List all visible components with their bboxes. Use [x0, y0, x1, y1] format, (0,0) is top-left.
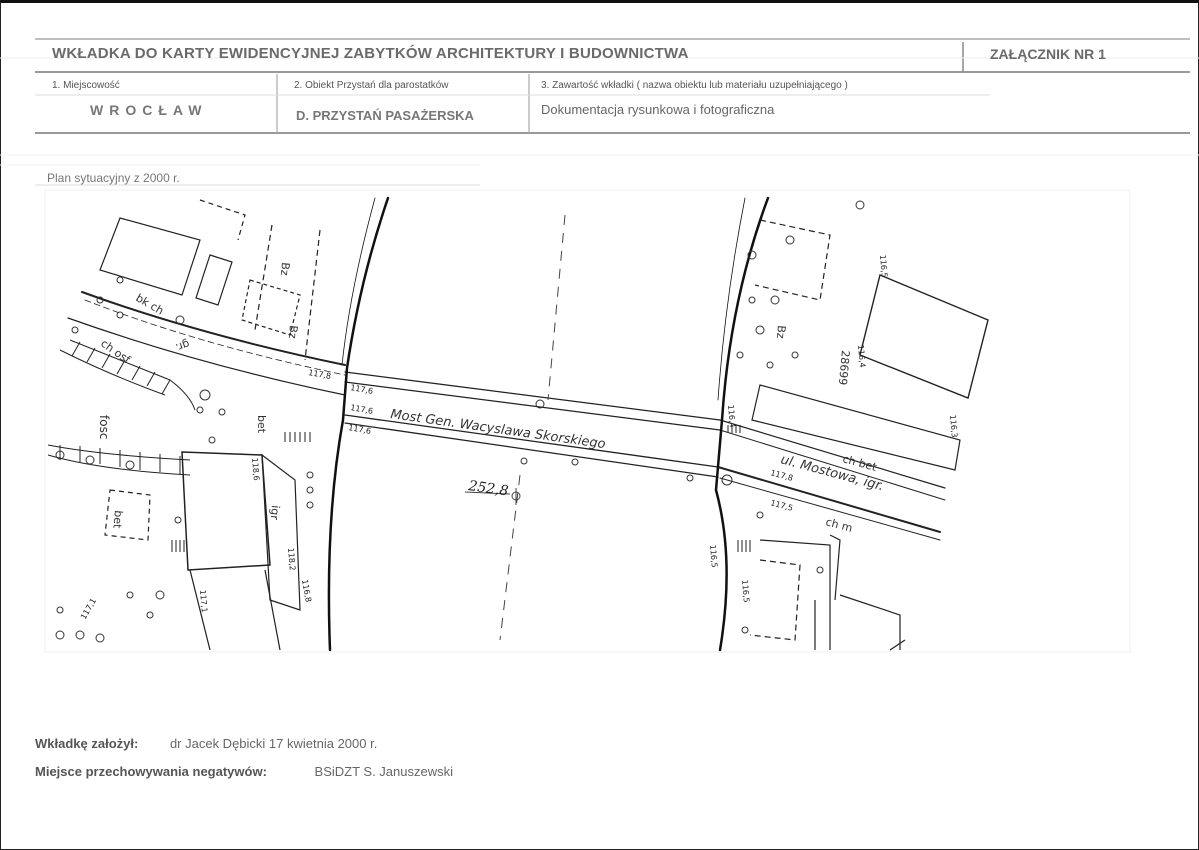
negatives-label: Miejsce przechowywania negatywów:	[35, 764, 267, 779]
place-label: 1. Miejscowość	[52, 80, 120, 91]
annex-number: ZAŁĄCZNIK NR 1	[990, 46, 1106, 62]
negatives-row: Miejsce przechowywania negatywów: BSiDZT…	[35, 764, 453, 779]
place-value: WROCŁAW	[90, 102, 208, 118]
negatives-value: BSiDZT S. Januszewski	[314, 764, 453, 779]
object-label: 2. Obiekt Przystań dla parostatków	[294, 80, 449, 91]
content-label: 3. Zawartość wkładki ( nazwa obiektu lub…	[541, 80, 848, 91]
plan-caption: Plan sytuacyjny z 2000 r.	[47, 171, 180, 185]
content-value: Dokumentacja rysunkowa i fotograficzna	[541, 102, 775, 117]
object-value: D. PRZYSTAŃ PASAŻERSKA	[296, 108, 474, 123]
created-label: Wkładkę założył:	[35, 736, 139, 751]
form-title: WKŁADKA DO KARTY EWIDENCYJNEJ ZABYTKÓW A…	[52, 45, 689, 62]
page-border	[0, 0, 1199, 850]
created-value: dr Jacek Dębicki 17 kwietnia 2000 r.	[169, 736, 378, 751]
created-by-row: Wkładkę założył: dr Jacek Dębicki 17 kwi…	[35, 736, 377, 751]
